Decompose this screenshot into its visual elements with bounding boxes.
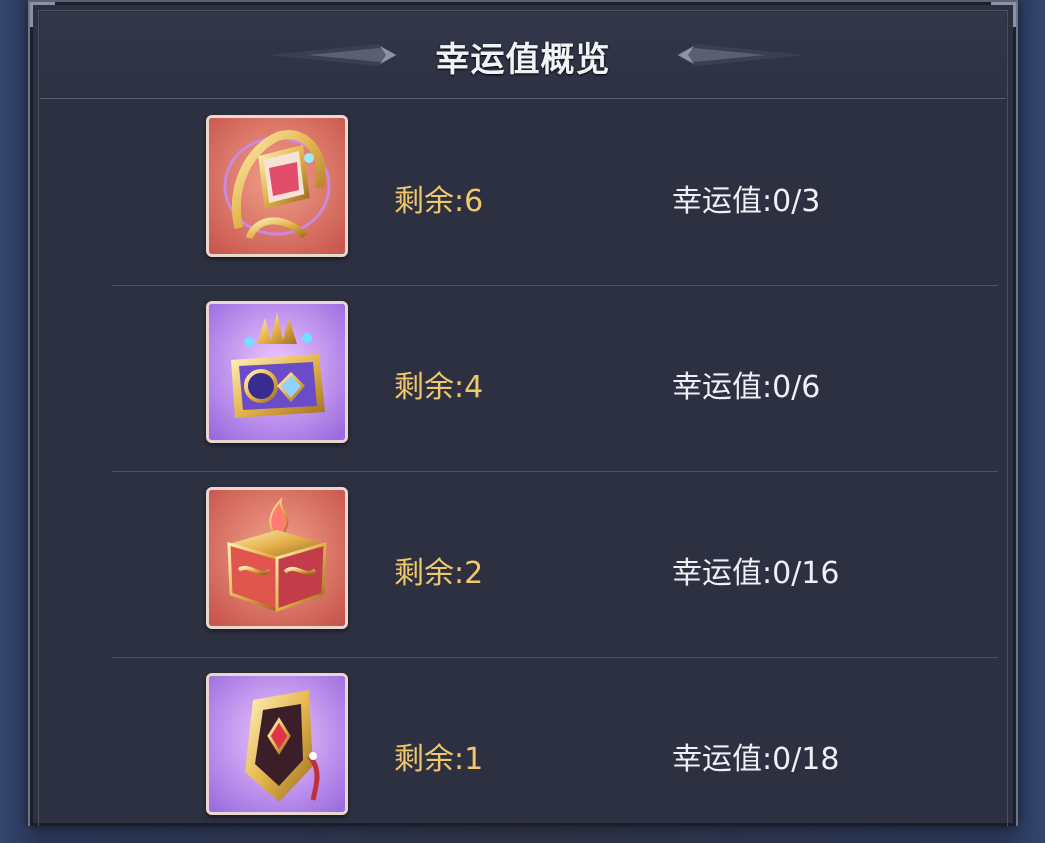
red-flame-chest-icon[interactable] [206,487,348,629]
luck-overview-panel: 幸运值概览 剩余:6 幸运值:0/3 剩余:4 幸运值:0/6 剩余:2 幸运值… [28,0,1018,826]
header-wing-right-ornament [676,44,806,66]
purple-crown-chest-icon[interactable] [206,301,348,443]
list-item: 剩余:6 幸运值:0/3 [112,100,998,286]
list-item: 剩余:4 幸运值:0/6 [112,286,998,472]
luck-value: 幸运值:0/18 [672,742,840,777]
golden-shield-tassel-icon[interactable] [206,673,348,815]
remaining-count: 剩余:6 [394,184,484,219]
remaining-count: 剩余:1 [394,742,484,777]
remaining-count: 剩余:2 [394,556,484,591]
luck-value: 幸运值:0/3 [672,184,821,219]
luck-item-list: 剩余:6 幸运值:0/3 剩余:4 幸运值:0/6 剩余:2 幸运值:0/16 … [112,100,998,843]
luck-value: 幸运值:0/6 [672,370,821,405]
panel-header: 幸运值概览 [40,12,1006,99]
list-item: 剩余:1 幸运值:0/18 [112,658,998,843]
luck-value: 幸运值:0/16 [672,556,840,591]
golden-ornament-pendant-icon[interactable] [206,115,348,257]
list-item: 剩余:2 幸运值:0/16 [112,472,998,658]
remaining-count: 剩余:4 [394,370,484,405]
panel-title: 幸运值概览 [435,40,611,80]
